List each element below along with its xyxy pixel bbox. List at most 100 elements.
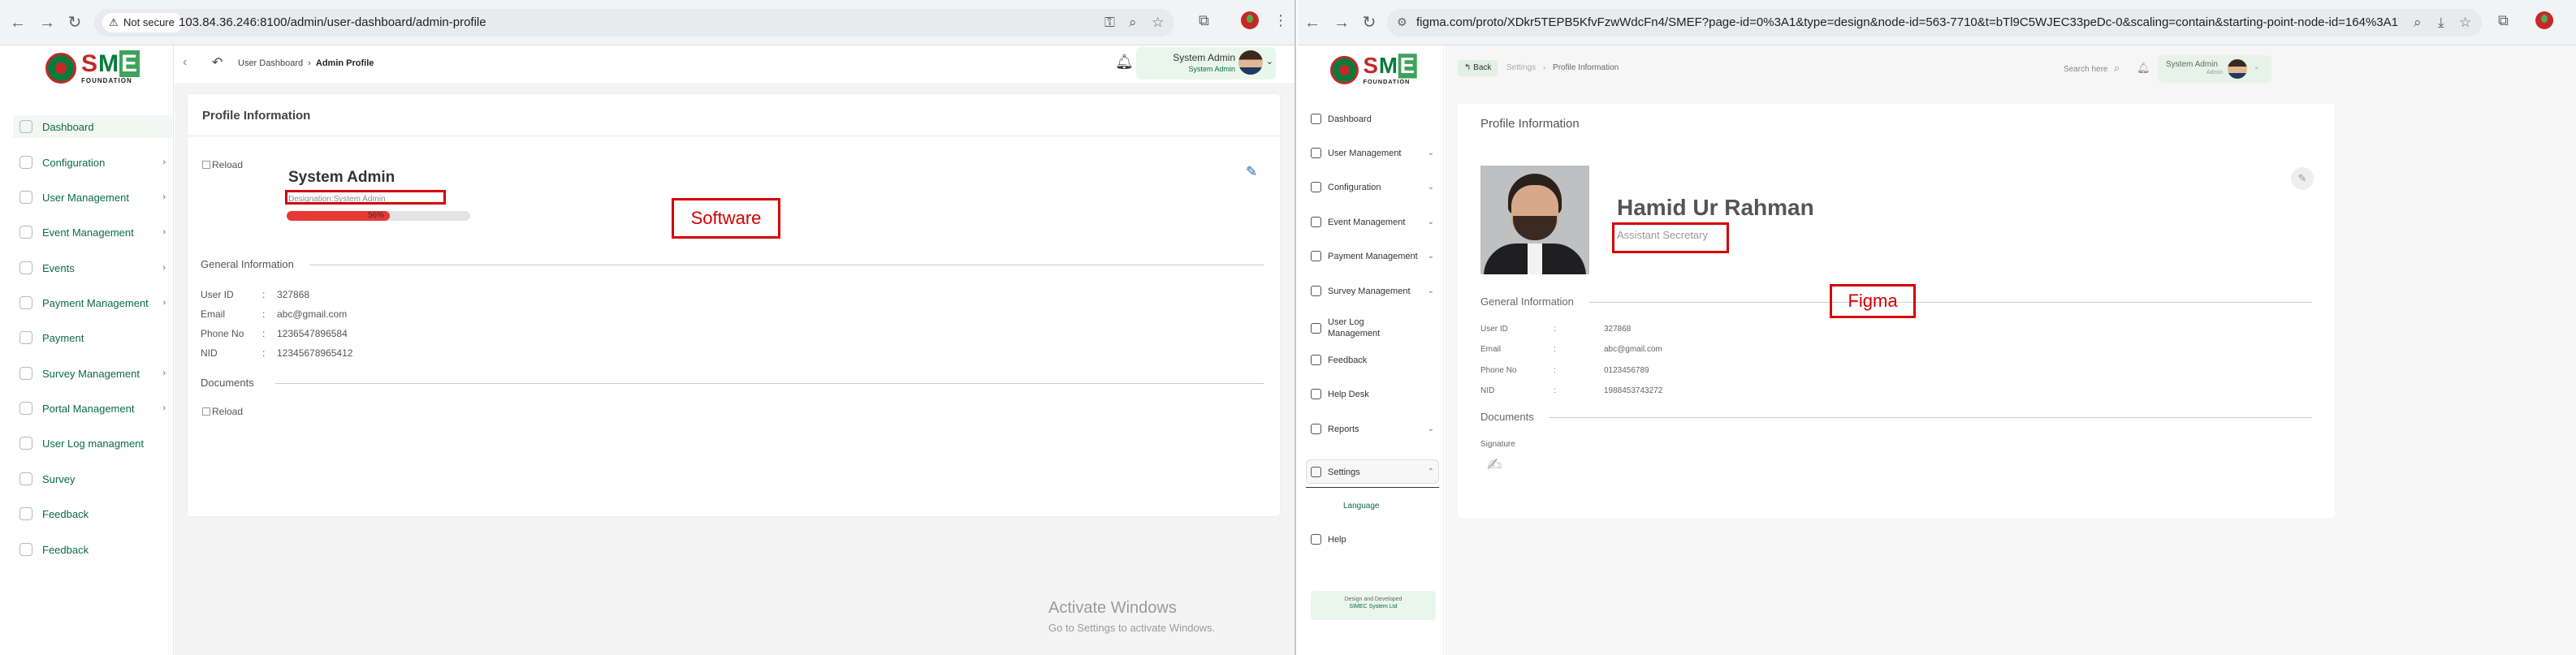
breadcrumb-parent[interactable]: Settings — [1506, 63, 1536, 72]
sidebar-item-dashboard[interactable]: Dashboard — [13, 115, 172, 138]
sidebar-item-feedback[interactable]: Feedback — [19, 506, 166, 522]
highlight-box — [1612, 222, 1729, 253]
settings-icon — [1311, 182, 1321, 192]
forward-arrow-icon[interactable]: → — [36, 11, 58, 34]
extension-avatar-icon[interactable] — [1241, 11, 1259, 29]
field-label-email: Email — [201, 308, 226, 320]
field-value-nid: 1988453743272 — [1604, 386, 1663, 395]
sidebar-item-user-management[interactable]: User Management ⌄ — [1311, 148, 1434, 158]
sidebar-item-survey-management[interactable]: Survey Management ⌄ — [1311, 286, 1434, 296]
event-icon — [19, 261, 32, 274]
back-button[interactable]: ↰ Back — [1458, 60, 1498, 76]
bangladesh-seal-icon — [45, 53, 76, 84]
headset-icon — [1311, 389, 1321, 399]
reload-icon[interactable]: ↻ — [1358, 11, 1381, 34]
url-text[interactable]: 103.84.36.246:8100/admin/user-dashboard/… — [179, 15, 1039, 29]
main-content: ↰ Back Settings › Profile Information Se… — [1445, 45, 2576, 655]
sidebar-item-payment[interactable]: Payment — [19, 330, 166, 346]
browser-chrome: ← → ↻ Not secure 103.84.36.246:8100/admi… — [0, 0, 1294, 45]
back-arrow-icon[interactable]: ← — [1301, 11, 1324, 34]
signature-label: Signature — [1480, 440, 1515, 449]
sidebar-item-user-management[interactable]: User Management › — [19, 189, 166, 205]
back-arrow-icon[interactable]: ← — [6, 11, 29, 34]
sidebar-item-help-desk[interactable]: Help Desk — [1311, 389, 1434, 399]
field-label-nid: NID — [201, 347, 218, 359]
key-icon[interactable]: ⚿ — [1104, 15, 1115, 31]
chevron-down-icon: ⌄ — [1427, 287, 1434, 295]
search-label[interactable]: Search here — [2064, 65, 2107, 74]
payment-icon — [19, 296, 32, 309]
forward-arrow-icon[interactable]: → — [1330, 11, 1353, 34]
sidebar-item-event-management[interactable]: Event Management ⌄ — [1311, 217, 1434, 227]
sidebar-item-payment-management[interactable]: Payment Management ⌄ — [1311, 251, 1434, 261]
edit-icon[interactable]: ✎ — [1246, 164, 1257, 180]
address-bar[interactable]: ⚙ figma.com/proto/XDkr5TEPB5KfvFzwWdcFn4… — [1387, 9, 2482, 37]
site-info-icon[interactable]: ⚙ — [1397, 15, 1407, 29]
sidebar-item-event-management[interactable]: Event Management › — [19, 224, 166, 240]
back-arrow-icon: ↰ — [1464, 63, 1472, 72]
extensions-icon[interactable]: ⧉ — [1199, 12, 1209, 29]
address-bar[interactable]: Not secure 103.84.36.246:8100/admin/user… — [94, 9, 1174, 37]
zoom-icon[interactable]: ⌕ — [2414, 15, 2422, 31]
chevron-down-icon: ⌄ — [1427, 252, 1434, 261]
bookmark-star-icon[interactable]: ☆ — [1152, 15, 1164, 31]
url-text[interactable]: figma.com/proto/XDkr5TEPB5KfvFzwWdcFn4/S… — [1416, 15, 2399, 29]
profile-card: Profile Information Reload System Admin … — [188, 94, 1280, 516]
feedback-icon — [19, 507, 32, 520]
chevron-right-icon: › — [162, 263, 166, 273]
sidebar-item-configuration[interactable]: Configuration › — [19, 154, 166, 170]
sidebar-item-survey[interactable]: Survey — [19, 471, 166, 487]
user-role: Admin — [2206, 70, 2223, 75]
clipboard-icon — [19, 472, 32, 485]
progress-label: 56% — [368, 211, 385, 220]
sidebar-item-feedback-2[interactable]: Feedback — [19, 541, 166, 558]
edit-icon[interactable]: ✎ — [2291, 167, 2314, 190]
zoom-icon[interactable]: ⌕ — [1129, 15, 1137, 31]
user-menu[interactable]: System Admin Admin ⌄ — [2158, 55, 2271, 83]
general-info-heading: General Information — [1480, 295, 1574, 308]
sidebar-subitem-language[interactable]: Language — [1343, 502, 1380, 511]
sidebar-item-user-log[interactable]: User Log managment — [19, 435, 166, 451]
not-secure-badge[interactable]: Not secure — [102, 13, 183, 32]
chevron-right-icon: › — [162, 403, 166, 413]
sidebar-item-events[interactable]: Events › — [19, 260, 166, 276]
bookmark-star-icon[interactable]: ☆ — [2459, 15, 2471, 31]
field-label-nid: NID — [1480, 386, 1495, 395]
sidebar-item-user-log[interactable]: User Log Management — [1311, 317, 1400, 339]
user-menu[interactable]: System Admin System Admin ⌄ — [1136, 47, 1276, 80]
report-icon — [1311, 424, 1321, 434]
breadcrumb-current: Profile Information — [1553, 63, 1619, 72]
extensions-icon[interactable]: ⧉ — [2498, 12, 2509, 29]
sidebar-item-reports[interactable]: Reports ⌄ — [1311, 424, 1434, 434]
chevron-right-icon: › — [162, 157, 166, 167]
footer-credit: Design and Developed SIMEC System Ltd — [1311, 591, 1436, 620]
breadcrumb-parent[interactable]: User Dashboard — [238, 58, 303, 68]
document-image: Reload — [201, 406, 243, 417]
sidebar-item-settings[interactable]: Settings ⌃ — [1311, 467, 1434, 477]
sidebar-item-portal-management[interactable]: Portal Management › — [19, 400, 166, 416]
reload-icon[interactable]: ↻ — [63, 11, 86, 34]
profile-name: Hamid Ur Rahman — [1617, 195, 1814, 220]
sidebar-item-survey-management[interactable]: Survey Management › — [19, 365, 166, 381]
kebab-menu-icon[interactable]: ⋮ — [1273, 12, 1288, 29]
sidebar-item-help[interactable]: Help — [1311, 534, 1434, 545]
install-icon[interactable]: ⤓ — [2438, 15, 2444, 31]
sidebar-item-dashboard[interactable]: Dashboard — [1311, 114, 1434, 124]
sme-foundation-logo[interactable]: SME FOUNDATION — [45, 50, 140, 84]
calendar-icon — [19, 226, 32, 239]
chevron-down-icon: ⌄ — [1427, 218, 1434, 226]
sidebar-item-payment-management[interactable]: Payment Management › — [19, 295, 166, 311]
undo-arrow-icon[interactable]: ↶ — [212, 54, 223, 71]
bell-icon[interactable]: 🔔︎ — [1115, 54, 1134, 71]
sidebar-item-configuration[interactable]: Configuration ⌄ — [1311, 182, 1434, 192]
sidebar: SME FOUNDATION Dashboard User Management… — [1298, 45, 1444, 655]
collapse-chevron-icon[interactable]: ‹ — [183, 55, 187, 70]
extension-avatar-icon[interactable] — [2535, 11, 2553, 29]
field-value-email: abc@gmail.com — [277, 308, 348, 320]
windows-watermark-title: Activate Windows — [1048, 599, 1177, 617]
sidebar-item-feedback[interactable]: Feedback — [1311, 355, 1434, 365]
search-icon[interactable]: ⌕ — [2114, 62, 2120, 75]
field-label-phone: Phone No — [1480, 366, 1517, 375]
bell-icon[interactable]: 🔔︎ — [2137, 62, 2150, 75]
sme-foundation-logo[interactable]: SME FOUNDATION — [1330, 54, 1417, 85]
